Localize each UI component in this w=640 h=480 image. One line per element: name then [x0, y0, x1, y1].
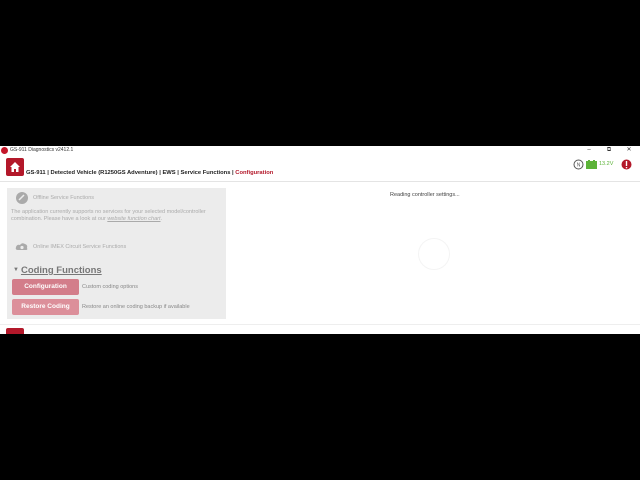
breadcrumb-item[interactable]: Detected Vehicle (R1250GS Adventure) — [51, 170, 158, 176]
footer-logo — [6, 328, 24, 334]
cloud-icon — [15, 243, 28, 250]
home-icon — [10, 162, 20, 172]
app-window: GS-911 Diagnostics v2412.1 – ⧉ ✕ GS-911 … — [0, 146, 640, 334]
app-logo-icon — [1, 147, 8, 154]
window-title: GS-911 Diagnostics v2412.1 — [10, 147, 74, 153]
restore-coding-description: Restore an online coding backup if avail… — [82, 304, 190, 310]
configuration-description: Custom coding options — [82, 284, 138, 290]
coding-functions-header[interactable]: ▼ Coding Functions — [13, 265, 102, 276]
restore-coding-button[interactable]: Restore Coding — [12, 299, 79, 315]
restore-button[interactable]: ⧉ — [604, 146, 614, 155]
configuration-button[interactable]: Configuration — [12, 279, 79, 295]
header-divider — [0, 181, 640, 182]
home-button[interactable] — [6, 158, 24, 176]
status-area: N 13.2V — [572, 159, 632, 171]
offline-section-label: Offline Service Functions — [33, 195, 95, 201]
svg-text:N: N — [577, 163, 581, 169]
breadcrumb-active: Configuration — [235, 170, 274, 176]
loading-spinner — [418, 238, 450, 270]
online-section-label: Online IMEX Circuit Service Functions — [33, 244, 127, 250]
bottom-bar — [0, 324, 640, 334]
breadcrumb-item[interactable]: Service Functions — [181, 170, 231, 176]
service-icon — [16, 192, 28, 204]
breadcrumb-item[interactable]: GS-911 — [26, 170, 46, 176]
voltage-readout: 13.2V — [599, 161, 614, 167]
breadcrumb-item[interactable]: EWS — [162, 170, 175, 176]
minimize-button[interactable]: – — [584, 146, 594, 155]
close-button[interactable]: ✕ — [624, 146, 634, 155]
function-chart-link[interactable]: website function chart — [107, 216, 160, 222]
service-panel: Offline Service Functions The applicatio… — [7, 188, 226, 319]
breadcrumb: GS-911 | Detected Vehicle (R1250GS Adven… — [26, 170, 273, 176]
collapse-triangle-icon: ▼ — [13, 267, 19, 274]
battery-icon — [586, 160, 597, 169]
info-icon[interactable] — [621, 159, 632, 170]
no-services-note: The application currently supports no se… — [11, 209, 206, 222]
connection-icon: N — [573, 159, 584, 170]
title-bar: GS-911 Diagnostics v2412.1 – ⧉ ✕ — [0, 146, 640, 156]
reading-status-text: Reading controller settings... — [390, 192, 460, 198]
